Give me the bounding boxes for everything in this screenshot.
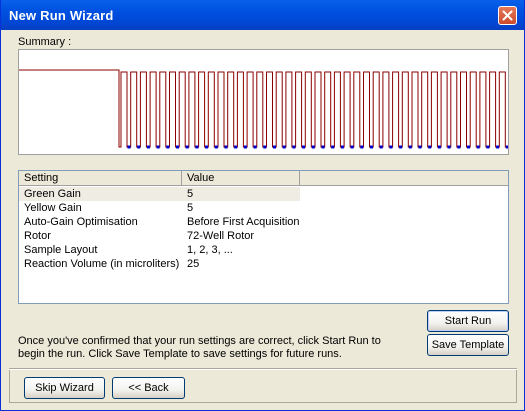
- acquisition-marker: [360, 145, 364, 149]
- acquisition-marker: [224, 145, 228, 149]
- column-header-empty: [300, 171, 508, 186]
- close-button[interactable]: [498, 6, 517, 25]
- value-cell: 72-Well Rotor: [187, 230, 255, 242]
- acquisition-marker: [185, 145, 189, 149]
- acquisition-marker: [156, 145, 160, 149]
- column-header-setting[interactable]: Setting: [19, 171, 182, 186]
- acquisition-marker: [243, 145, 247, 149]
- acquisition-marker: [457, 145, 461, 149]
- temperature-profile-plot: [19, 69, 508, 149]
- acquisition-marker: [321, 145, 325, 149]
- value-cell: 5: [187, 202, 194, 214]
- setting-cell: Reaction Volume (in microliters): [24, 258, 180, 270]
- acquisition-marker: [428, 145, 432, 149]
- acquisition-marker: [331, 145, 335, 149]
- acquisition-marker: [350, 145, 354, 149]
- acquisition-marker: [205, 145, 209, 149]
- acquisition-marker: [476, 145, 480, 149]
- acquisition-marker: [234, 145, 238, 149]
- acquisition-marker: [195, 145, 199, 149]
- summary-label: Summary :: [18, 36, 72, 48]
- close-icon: [502, 10, 513, 21]
- acquisition-marker: [340, 145, 344, 149]
- acquisition-marker: [447, 145, 451, 149]
- acquisition-marker: [214, 145, 218, 149]
- acquisition-marker: [505, 145, 508, 149]
- value-cell: 5: [182, 187, 300, 201]
- table-row[interactable]: Yellow Gain 5: [19, 201, 508, 215]
- acquisition-marker: [389, 145, 393, 149]
- table-row[interactable]: Rotor 72-Well Rotor: [19, 229, 508, 243]
- acquisition-marker: [273, 145, 276, 149]
- setting-cell: Green Gain: [19, 187, 182, 201]
- instruction-message: Once you've confirmed that your run sett…: [18, 335, 381, 360]
- acquisition-marker: [311, 145, 315, 149]
- table-row[interactable]: Green Gain 5: [19, 187, 508, 201]
- acquisition-marker: [437, 145, 441, 149]
- acquisition-marker: [166, 145, 170, 149]
- acquisition-marker: [418, 145, 422, 149]
- acquisition-marker: [467, 145, 470, 149]
- acquisition-marker: [408, 145, 412, 149]
- value-cell: 1, 2, 3, ...: [187, 244, 233, 256]
- acquisition-marker: [176, 145, 179, 149]
- temperature-profile-graph: [18, 49, 509, 155]
- acquisition-marker: [399, 145, 403, 149]
- value-cell: 25: [187, 258, 200, 270]
- new-run-wizard-window: New Run Wizard Summary : Setting Value G…: [0, 0, 525, 411]
- acquisition-marker: [146, 145, 150, 149]
- acquisition-marker: [253, 145, 257, 149]
- acquisition-marker: [496, 145, 500, 149]
- acquisition-marker: [370, 145, 373, 149]
- acquisition-marker: [379, 145, 383, 149]
- save-template-button[interactable]: Save Template: [427, 334, 509, 356]
- title-bar[interactable]: New Run Wizard: [1, 0, 524, 30]
- skip-wizard-button[interactable]: Skip Wizard: [24, 377, 105, 399]
- acquisition-marker: [282, 145, 286, 149]
- acquisition-marker: [302, 145, 306, 149]
- start-run-button[interactable]: Start Run: [427, 310, 509, 332]
- back-button[interactable]: << Back: [112, 377, 185, 399]
- table-row[interactable]: Auto-Gain Optimisation Before First Acqu…: [19, 215, 508, 229]
- setting-cell: Rotor: [24, 230, 51, 242]
- acquisition-marker: [292, 145, 296, 149]
- setting-cell: Yellow Gain: [24, 202, 82, 214]
- table-row[interactable]: Reaction Volume (in microliters) 25: [19, 257, 508, 271]
- acquisition-marker: [127, 145, 131, 149]
- setting-cell: Auto-Gain Optimisation: [24, 216, 138, 228]
- setting-cell: Sample Layout: [24, 244, 98, 256]
- value-cell: Before First Acquisition: [187, 216, 300, 228]
- profile-trace: [19, 69, 508, 148]
- column-header-value[interactable]: Value: [182, 171, 300, 186]
- window-title: New Run Wizard: [9, 8, 114, 23]
- acquisition-marker: [137, 145, 141, 149]
- table-row[interactable]: Sample Layout 1, 2, 3, ...: [19, 243, 508, 257]
- acquisition-marker: [263, 145, 267, 149]
- acquisition-marker: [486, 145, 490, 149]
- settings-table[interactable]: Setting Value Green Gain 5 Yellow Gain 5…: [18, 170, 509, 304]
